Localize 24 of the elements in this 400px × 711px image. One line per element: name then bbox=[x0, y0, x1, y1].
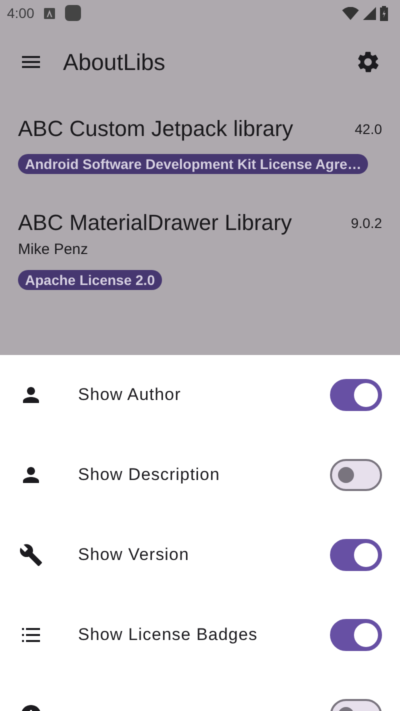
toggle-switch[interactable] bbox=[330, 379, 382, 411]
signal-icon bbox=[363, 6, 376, 20]
battery-icon bbox=[380, 6, 388, 20]
app-title: AboutLibs bbox=[63, 48, 166, 76]
setting-label: Show License Badges bbox=[78, 625, 259, 645]
app-notification-icon bbox=[65, 5, 82, 21]
clock-time: 4:00 bbox=[7, 5, 34, 21]
settings-icon[interactable] bbox=[355, 49, 381, 75]
setting-label: Show Description bbox=[78, 465, 221, 485]
setting-label: Show Author bbox=[78, 385, 182, 405]
library-version: 9.0.2 bbox=[350, 215, 382, 231]
toggle-switch[interactable] bbox=[330, 539, 382, 571]
toggle-switch[interactable] bbox=[330, 619, 382, 651]
notification-icon bbox=[44, 8, 56, 18]
wrench-icon bbox=[19, 543, 43, 567]
library-name: ABC MaterialDrawer Library bbox=[18, 210, 293, 236]
setting-label: Show Version bbox=[78, 545, 190, 565]
wifi-icon bbox=[342, 6, 359, 20]
license-badge: Android Software Development Kit License Agre… bbox=[18, 154, 368, 174]
license-badge: Apache License 2.0 bbox=[18, 270, 162, 290]
library-name: ABC Custom Jetpack library bbox=[18, 116, 294, 142]
library-version: 42.0 bbox=[354, 121, 382, 137]
toggle-switch[interactable] bbox=[330, 459, 382, 491]
library-author: Mike Penz bbox=[18, 241, 90, 258]
